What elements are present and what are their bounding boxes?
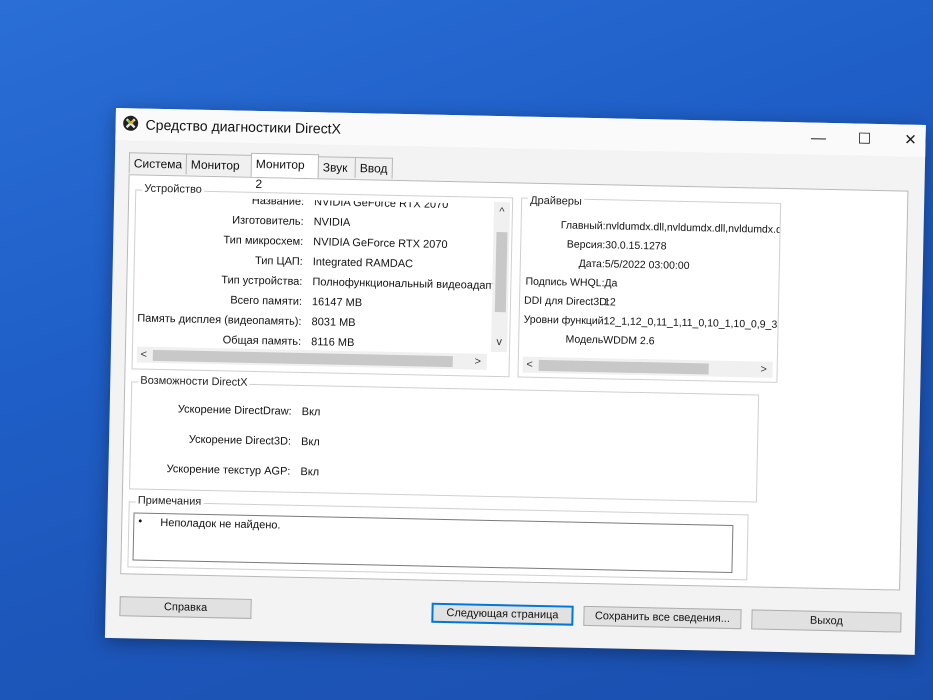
device-value: 8031 MB — [311, 316, 356, 330]
device-label: Всего памяти: — [230, 294, 303, 308]
device-value: 8116 MB — [311, 336, 355, 350]
device-label: Тип устройства: — [221, 274, 303, 288]
directx-features-legend: Возможности DirectX — [138, 374, 250, 389]
device-hscroll-thumb[interactable] — [152, 349, 453, 368]
drivers-hscroll-thumb[interactable] — [538, 359, 709, 375]
device-label: Название: — [251, 196, 305, 208]
scroll-up-icon[interactable]: ^ — [495, 204, 509, 220]
device-label: Тип ЦАП: — [254, 254, 303, 268]
device-label: Память дисплея (видеопамять): — [137, 312, 302, 328]
device-vertical-scrollbar[interactable]: ^ v — [490, 201, 511, 353]
feature-value: Вкл — [300, 435, 320, 449]
driver-value: Да — [604, 277, 618, 290]
maximize-button[interactable]: ☐ — [841, 123, 888, 156]
driver-label: Модель — [565, 333, 604, 347]
desktop: { "window": { "title": "Средство диагнос… — [0, 0, 933, 700]
device-legend: Устройство — [142, 182, 204, 196]
driver-label: Подпись WHQL: — [525, 275, 605, 290]
device-row-chip-type: Тип микросхем: NVIDIA GeForce RTX 2070 — [135, 232, 493, 251]
feature-row-directdraw: Ускорение DirectDraw: Вкл — [132, 402, 432, 418]
tab-monitor-1[interactable]: Монитор 1 — [185, 153, 253, 192]
notes-text: Неполадок не найдено. — [160, 517, 281, 532]
driver-value: WDDM 2.6 — [603, 334, 655, 348]
device-value: NVIDIA — [313, 216, 351, 229]
driver-row-version: Версия:30.0.15.1278 — [525, 238, 667, 253]
notes-textbox[interactable]: • Неполадок не найдено. — [132, 512, 734, 574]
device-value: Integrated RAMDAC — [312, 256, 414, 271]
feature-row-direct3d: Ускорение Direct3D: Вкл — [131, 432, 431, 449]
notes-group: Примечания • Неполадок не найдено. — [127, 494, 749, 581]
drivers-horizontal-scrollbar[interactable]: < > — [522, 356, 773, 378]
driver-row-whql: Подпись WHQL:Да — [524, 276, 617, 290]
drivers-group: Драйверы Главный:nvldumdx.dll,nvldumdx.d… — [517, 194, 782, 383]
exit-button[interactable]: Выход — [751, 609, 902, 633]
title-bar: Средство диагностики DirectX — ☐ ✕ — [115, 108, 926, 157]
window-title: Средство диагностики DirectX — [145, 116, 342, 137]
feature-row-agp: Ускорение текстур AGP: Вкл — [131, 462, 431, 478]
device-value: NVIDIA GeForce RTX 2070 — [313, 196, 449, 211]
save-all-info-button[interactable]: Сохранить все сведения... — [583, 605, 742, 630]
driver-row-ddi: DDI для Direct3D:12 — [524, 295, 616, 309]
feature-value: Вкл — [300, 465, 320, 479]
device-value: NVIDIA GeForce RTX 2070 — [313, 236, 448, 251]
tab-monitor-2[interactable]: Монитор 2 — [250, 152, 320, 191]
device-label: Изготовитель: — [232, 214, 304, 228]
driver-value: 30.0.15.1278 — [605, 239, 667, 253]
directx-icon — [123, 115, 139, 131]
feature-label: Ускорение Direct3D: — [188, 433, 292, 448]
driver-value: 12 — [603, 296, 616, 309]
tab-system[interactable]: Система — [128, 152, 188, 175]
device-group: Устройство Название: NVIDIA GeForce RTX … — [131, 182, 514, 378]
device-vscroll-thumb[interactable] — [494, 231, 508, 313]
scroll-left-icon[interactable]: < — [523, 357, 537, 373]
device-row-shared-memory: Общая память: 8116 MB — [133, 332, 491, 349]
tab-panel: Устройство Название: NVIDIA GeForce RTX … — [120, 174, 909, 591]
driver-label: DDI для Direct3D: — [523, 294, 610, 309]
driver-value: 12_1,12_0,11_1,11_0,10_1,10_0,9_3 — [603, 315, 778, 331]
device-label: Тип микросхем: — [223, 234, 304, 248]
scroll-down-icon[interactable]: v — [492, 334, 506, 350]
device-list: Название: NVIDIA GeForce RTX 2070 Изгото… — [133, 196, 494, 351]
dxdiag-window: Средство диагностики DirectX — ☐ ✕ Систе… — [104, 108, 926, 655]
driver-row-date: Дата:5/5/2022 03:00:00 — [525, 257, 690, 272]
driver-row-feature-levels: Уровни функций:12_1,12_0,11_1,11_0,10_1,… — [524, 314, 778, 331]
scroll-left-icon[interactable]: < — [137, 346, 151, 362]
notes-bullet: • — [138, 515, 143, 528]
device-row-manufacturer: Изготовитель: NVIDIA — [136, 212, 494, 228]
driver-value: 5/5/2022 03:00:00 — [604, 258, 690, 273]
tab-strip: Система Монитор 1 Монитор 2 Звук Ввод — [128, 152, 394, 192]
scroll-right-icon[interactable]: > — [471, 353, 485, 369]
device-row-dac-type: Тип ЦАП: Integrated RAMDAC — [135, 252, 493, 270]
driver-label: Версия: — [566, 238, 606, 252]
device-value: Полнофункциональный видеоадапт — [312, 276, 495, 293]
driver-value: nvldumdx.dll,nvldumdx.dll,nvldumdx.d — [605, 220, 780, 236]
drivers-legend: Драйверы — [528, 194, 584, 208]
device-row-device-type: Тип устройства: Полнофункциональный виде… — [135, 272, 494, 292]
driver-row-model: МодельWDDM 2.6 — [523, 333, 655, 348]
next-page-button[interactable]: Следующая страница — [431, 602, 574, 626]
tab-input[interactable]: Ввод — [354, 157, 394, 179]
feature-value: Вкл — [301, 405, 321, 419]
directx-features-group: Возможности DirectX Ускорение DirectDraw… — [129, 374, 760, 503]
minimize-button[interactable]: — — [795, 122, 842, 155]
help-button[interactable]: Справка — [119, 596, 252, 619]
driver-label: Дата: — [578, 257, 605, 271]
driver-row-main: Главный:nvldumdx.dll,nvldumdx.dll,nvldum… — [526, 219, 780, 236]
device-row-display-memory: Память дисплея (видеопамять): 8031 MB — [134, 312, 492, 329]
notes-legend: Примечания — [135, 494, 204, 508]
feature-label: Ускорение DirectDraw: — [177, 403, 292, 418]
scroll-right-icon[interactable]: > — [756, 361, 770, 377]
drivers-list: Главный:nvldumdx.dll,nvldumdx.dll,nvldum… — [519, 213, 780, 358]
close-button[interactable]: ✕ — [887, 124, 933, 157]
device-row-name: Название: NVIDIA GeForce RTX 2070 — [136, 196, 494, 211]
device-value: 16147 MB — [311, 296, 363, 310]
device-row-total-memory: Всего памяти: 16147 MB — [134, 292, 492, 309]
device-label: Общая память: — [222, 334, 302, 348]
feature-label: Ускорение текстур AGP: — [166, 463, 291, 478]
driver-label: Главный: — [560, 219, 606, 233]
tab-sound[interactable]: Звук — [317, 156, 357, 179]
driver-label: Уровни функций: — [523, 313, 607, 328]
